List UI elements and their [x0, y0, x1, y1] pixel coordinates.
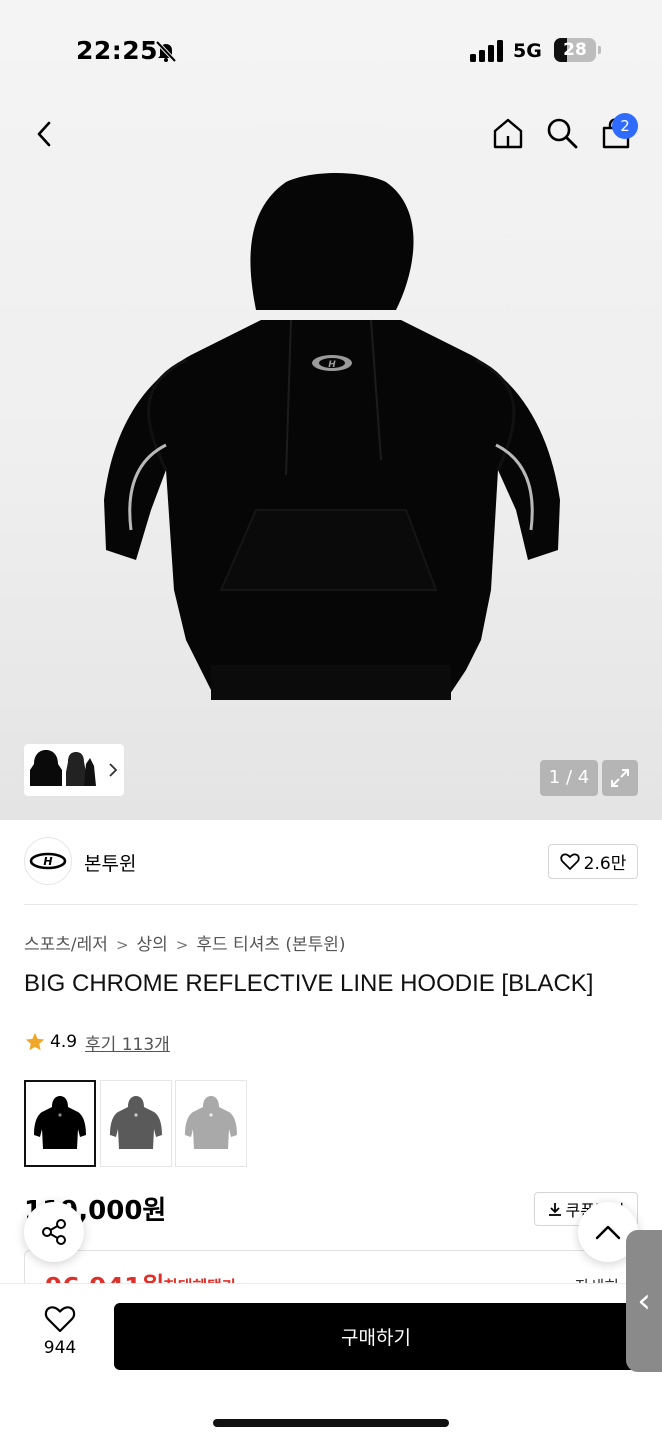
thumbnail-image	[30, 750, 118, 786]
chevron-up-icon	[595, 1225, 621, 1240]
cart-count-badge: 2	[612, 113, 638, 139]
signal-icon	[470, 40, 503, 62]
star-icon	[25, 1032, 45, 1051]
breadcrumb-item[interactable]: 후드 티셔츠 (본투윈)	[196, 935, 345, 955]
battery-icon: 28	[554, 38, 602, 62]
chevron-left-icon: ‹	[637, 1281, 651, 1321]
brand-name[interactable]: 본투윈	[84, 849, 136, 876]
hoodie-thumbnail	[110, 1095, 162, 1149]
product-image[interactable]: H	[96, 170, 566, 710]
wishlist-count: 944	[43, 1338, 77, 1358]
bottom-action-bar: 944 구매하기	[0, 1284, 662, 1440]
svg-text:H: H	[43, 855, 52, 868]
home-indicator[interactable]	[213, 1419, 449, 1427]
expand-button[interactable]	[602, 760, 638, 796]
download-icon	[548, 1203, 561, 1216]
search-button[interactable]	[542, 113, 582, 153]
review-link[interactable]: 후기 113개	[85, 1030, 170, 1055]
color-swatch-charcoal[interactable]	[100, 1080, 172, 1167]
product-title: BIG CHROME REFLECTIVE LINE HOODIE [BLACK…	[24, 970, 594, 997]
chevron-left-icon	[37, 121, 51, 147]
color-swatch-gray[interactable]	[175, 1080, 247, 1167]
chevron-right-icon: >	[115, 936, 129, 954]
brand-like-button[interactable]: 2.6만	[548, 844, 638, 879]
home-icon	[493, 118, 523, 149]
image-thumbnails[interactable]	[24, 744, 124, 796]
hoodie-thumbnail	[34, 1095, 86, 1149]
brand-row: H 본투윈 2.6만	[24, 836, 638, 888]
rating-row: 4.9 후기 113개	[24, 1029, 170, 1055]
heart-icon	[44, 1306, 76, 1333]
heart-icon	[559, 853, 580, 870]
brand-logo[interactable]: H	[24, 837, 72, 885]
brand-like-count: 2.6만	[583, 854, 627, 874]
battery-level: 28	[563, 40, 587, 60]
breadcrumb-item[interactable]: 스포츠/레저	[24, 935, 108, 955]
breadcrumb-item[interactable]: 상의	[137, 935, 168, 955]
bell-muted-icon	[155, 40, 177, 63]
share-icon	[42, 1219, 66, 1245]
share-button[interactable]	[24, 1202, 84, 1262]
breadcrumb: 스포츠/레저 > 상의 > 후드 티셔츠 (본투윈)	[24, 930, 346, 955]
divider	[24, 904, 638, 905]
status-bar: 22:25 5G 28	[0, 0, 662, 100]
color-swatch-black[interactable]	[24, 1080, 96, 1167]
wishlist-button[interactable]: 944	[24, 1304, 96, 1368]
edge-panel-handle[interactable]: ‹	[626, 1230, 662, 1372]
chevron-right-icon: >	[175, 936, 189, 954]
image-counter: 1 / 4	[540, 760, 598, 796]
home-button[interactable]	[488, 113, 528, 153]
svg-text:H: H	[328, 360, 336, 370]
hoodie-thumbnail	[185, 1095, 237, 1149]
back-button[interactable]	[24, 114, 64, 154]
status-time: 22:25	[76, 36, 159, 65]
expand-icon	[611, 769, 629, 787]
network-type: 5G	[513, 40, 542, 62]
brand-logo-icon: H	[29, 852, 67, 870]
rating-score: 4.9	[50, 1032, 78, 1052]
search-icon	[547, 118, 578, 149]
buy-button[interactable]: 구매하기	[114, 1303, 638, 1370]
